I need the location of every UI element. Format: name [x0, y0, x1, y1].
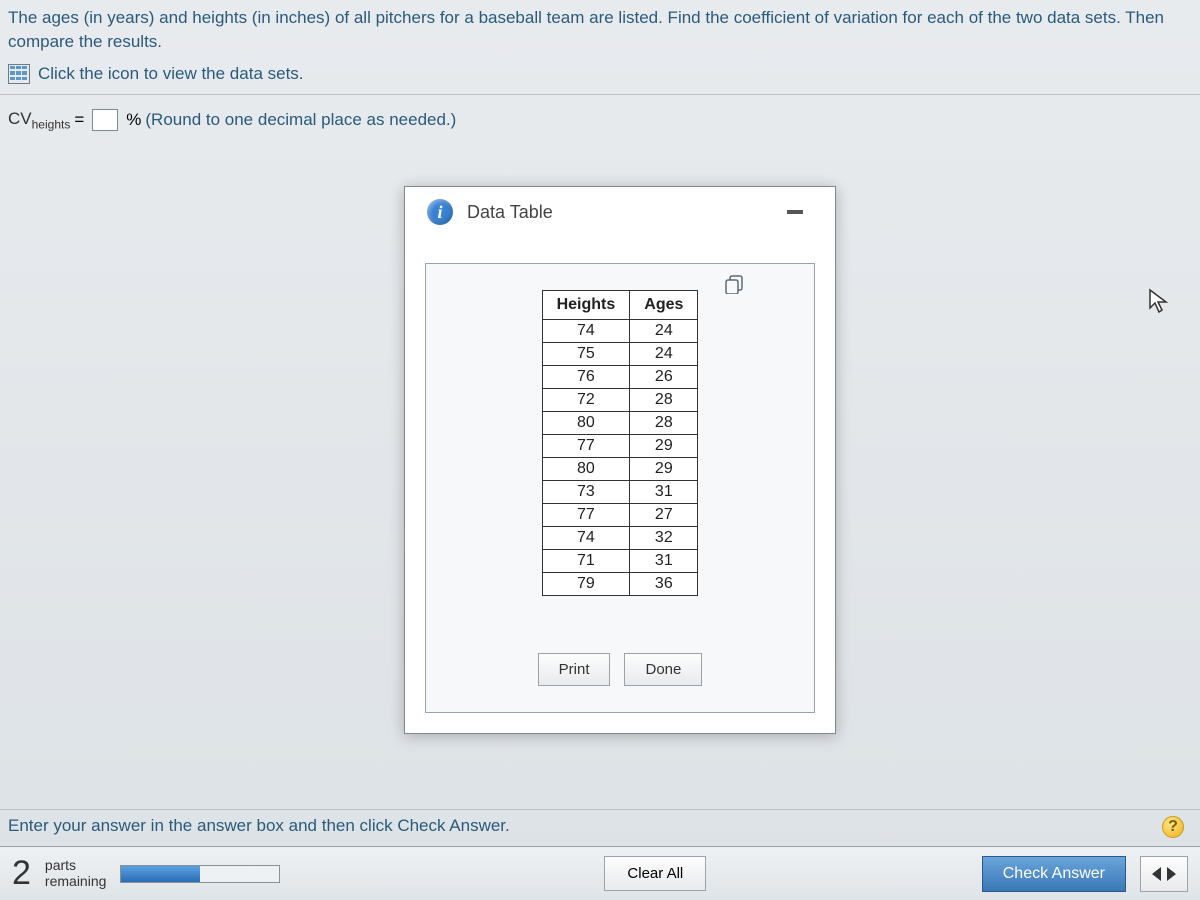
cell-height: 80	[542, 458, 630, 481]
table-row: 7626	[542, 366, 698, 389]
table-row: 7432	[542, 527, 698, 550]
col-ages: Ages	[630, 291, 698, 320]
cell-height: 72	[542, 389, 630, 412]
cell-age: 24	[630, 343, 698, 366]
variable-cv: CVheights	[8, 109, 70, 131]
col-heights: Heights	[542, 291, 630, 320]
dialog-titlebar[interactable]: i Data Table	[405, 187, 835, 237]
cell-age: 36	[630, 573, 698, 596]
cell-age: 29	[630, 458, 698, 481]
data-grid-icon[interactable]	[8, 64, 30, 84]
table-row: 7524	[542, 343, 698, 366]
progress-bar	[120, 865, 280, 883]
answer-input[interactable]	[92, 109, 118, 131]
cell-age: 26	[630, 366, 698, 389]
done-button[interactable]: Done	[624, 653, 702, 686]
divider	[0, 809, 1200, 810]
table-row: 7424	[542, 320, 698, 343]
answer-hint: Enter your answer in the answer box and …	[8, 816, 510, 836]
cell-height: 75	[542, 343, 630, 366]
cell-age: 29	[630, 435, 698, 458]
cell-height: 77	[542, 504, 630, 527]
dialog-body: Heights Ages 742475247626722880287729802…	[425, 263, 815, 713]
table-row: 7727	[542, 504, 698, 527]
table-row: 8028	[542, 412, 698, 435]
cell-age: 28	[630, 389, 698, 412]
data-table-dialog: i Data Table Heights Ages 74247524762672…	[404, 186, 836, 734]
next-icon[interactable]	[1167, 867, 1176, 881]
table-row: 8029	[542, 458, 698, 481]
cell-height: 74	[542, 320, 630, 343]
prev-icon[interactable]	[1152, 867, 1161, 881]
dialog-title: Data Table	[467, 202, 553, 223]
cell-age: 28	[630, 412, 698, 435]
copy-icon[interactable]	[724, 274, 746, 294]
cell-age: 31	[630, 481, 698, 504]
question-text: The ages (in years) and heights (in inch…	[0, 0, 1200, 58]
cell-height: 80	[542, 412, 630, 435]
cell-height: 76	[542, 366, 630, 389]
data-link-row[interactable]: Click the icon to view the data sets.	[0, 58, 1200, 95]
formula-row: CVheights = % (Round to one decimal plac…	[0, 95, 1200, 145]
table-row: 7131	[542, 550, 698, 573]
percent-unit: %	[126, 110, 141, 130]
table-row: 7331	[542, 481, 698, 504]
table-row: 7729	[542, 435, 698, 458]
footer-bar: 2 parts remaining Clear All Check Answer	[0, 846, 1200, 900]
cursor-icon	[1148, 288, 1170, 314]
table-row: 7228	[542, 389, 698, 412]
parts-count: 2	[12, 854, 31, 893]
clear-all-button[interactable]: Clear All	[604, 856, 706, 891]
info-icon: i	[427, 199, 453, 225]
cell-age: 31	[630, 550, 698, 573]
data-table: Heights Ages 742475247626722880287729802…	[542, 290, 699, 596]
data-link-text[interactable]: Click the icon to view the data sets.	[38, 64, 304, 84]
cell-height: 71	[542, 550, 630, 573]
print-button[interactable]: Print	[538, 653, 611, 686]
nav-buttons[interactable]	[1140, 856, 1188, 892]
parts-text: parts remaining	[45, 858, 106, 889]
minimize-icon[interactable]	[787, 210, 803, 214]
rounding-hint: (Round to one decimal place as needed.)	[145, 110, 456, 130]
help-icon[interactable]: ?	[1162, 816, 1184, 838]
table-row: 7936	[542, 573, 698, 596]
check-answer-button[interactable]: Check Answer	[982, 856, 1126, 892]
cell-age: 27	[630, 504, 698, 527]
cell-age: 24	[630, 320, 698, 343]
equals-sign: =	[74, 110, 84, 130]
cell-height: 77	[542, 435, 630, 458]
cell-height: 74	[542, 527, 630, 550]
cell-age: 32	[630, 527, 698, 550]
cell-height: 73	[542, 481, 630, 504]
cell-height: 79	[542, 573, 630, 596]
